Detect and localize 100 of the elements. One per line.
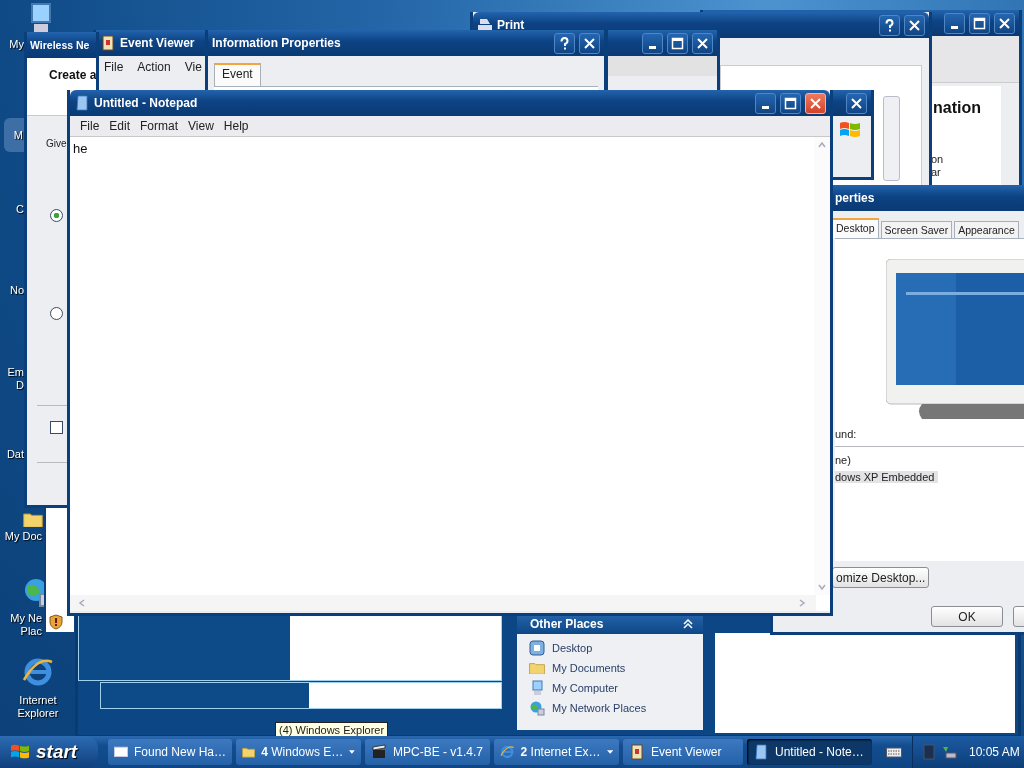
taskbar-button[interactable]: Event Viewer [623, 739, 743, 765]
window-title: Print [497, 18, 525, 32]
place-link[interactable]: My Documents [552, 662, 626, 674]
taskbar-button[interactable]: 4 Windows E… [236, 739, 361, 765]
close-icon [908, 18, 921, 32]
close-icon [998, 16, 1011, 30]
folder-icon [23, 512, 43, 527]
close-button[interactable] [904, 14, 925, 36]
window-title: Untitled - Notepad [94, 96, 198, 110]
body-text: ar [931, 166, 942, 179]
close-button[interactable] [805, 92, 826, 114]
clapperboard-icon [371, 744, 387, 760]
close-icon [696, 36, 709, 50]
menu-item[interactable]: Action [137, 60, 171, 74]
icon-label[interactable]: No [2, 284, 24, 298]
flag-logo-icon [839, 120, 861, 140]
menu-item[interactable]: File [104, 60, 124, 74]
taskbar-button[interactable]: Found New Ha… [108, 739, 232, 765]
notepad-icon [74, 95, 90, 111]
heading-text: nation [932, 98, 982, 117]
icon-label[interactable]: My Doc [2, 530, 42, 544]
close-button[interactable] [692, 32, 713, 54]
panel-title: Other Places [530, 617, 604, 631]
place-link[interactable]: My Computer [552, 682, 619, 694]
tab[interactable]: Appearance [954, 221, 1019, 238]
folder-icon [242, 746, 256, 758]
start-button[interactable]: start [0, 736, 98, 768]
customize-button[interactable]: omize Desktop... [832, 567, 929, 588]
window-title: Wireless Ne [30, 39, 90, 51]
icon-label[interactable]: Em D [2, 366, 24, 394]
heading-text: Create a [49, 68, 96, 82]
taskbar-button[interactable]: Untitled - Note… [747, 739, 872, 765]
notepad-icon [753, 744, 769, 760]
maximize-icon [671, 36, 684, 50]
window-title: Event Viewer [120, 36, 195, 50]
folder-icon [529, 662, 545, 674]
icon-label[interactable]: Dat [0, 448, 24, 462]
menu-item[interactable]: Edit [104, 119, 136, 133]
help-icon [558, 36, 571, 50]
close-icon [583, 36, 596, 50]
tab[interactable]: Event [214, 63, 261, 86]
icon-label[interactable]: My Ne Plac [2, 612, 42, 640]
network-icon [529, 700, 545, 716]
body-text: on [931, 153, 945, 166]
maximize-button[interactable] [969, 12, 990, 34]
maximize-button[interactable] [780, 92, 801, 114]
window-title: perties [835, 191, 875, 205]
menu-item[interactable]: Help [218, 119, 254, 133]
close-button[interactable] [846, 92, 867, 114]
place-link[interactable]: My Network Places [552, 702, 647, 714]
minimize-button[interactable] [944, 12, 965, 34]
taskbar-button[interactable]: MPC-BE - v1.4.7 [365, 739, 490, 765]
maximize-button[interactable] [667, 32, 688, 54]
list-item[interactable]: dows XP Embedded [835, 471, 939, 483]
minimize-icon [649, 45, 656, 49]
computer-icon [529, 680, 545, 696]
icon-label[interactable]: M [4, 118, 24, 152]
flag-logo-icon [10, 743, 30, 761]
ok-button[interactable]: OK [931, 606, 1003, 627]
place-link[interactable]: Desktop [552, 642, 593, 654]
close-button[interactable] [579, 32, 600, 54]
tab[interactable]: Screen Saver [880, 221, 953, 238]
window-icon [114, 746, 128, 758]
keyboard-icon[interactable] [886, 746, 902, 758]
help-icon [883, 18, 896, 32]
close-icon [809, 96, 822, 110]
radio-button[interactable] [50, 307, 63, 320]
minimize-button[interactable] [755, 92, 776, 114]
browser-icon [22, 656, 54, 688]
icon-label[interactable]: C [2, 203, 24, 217]
minimize-icon [951, 25, 958, 29]
field-label: und: [835, 428, 857, 440]
maximize-icon [973, 16, 986, 30]
scrollbar[interactable] [883, 96, 900, 181]
radio-button[interactable] [50, 209, 63, 222]
help-button[interactable] [554, 32, 575, 54]
minimize-button[interactable] [642, 32, 663, 54]
menu-item[interactable]: File [75, 119, 105, 133]
menu-item[interactable]: Format [135, 119, 184, 133]
list-item[interactable]: ne) [835, 454, 855, 466]
tab[interactable]: Desktop [832, 218, 879, 238]
log-book-icon [629, 744, 645, 760]
browser-icon [500, 744, 515, 760]
maximize-icon [784, 96, 797, 110]
menu-item[interactable]: Vie [184, 60, 202, 74]
icon-label[interactable]: My [2, 38, 24, 52]
shield-icon [49, 614, 63, 630]
help-button[interactable] [879, 14, 900, 36]
log-book-icon [100, 35, 116, 51]
desktop-icon [529, 640, 545, 656]
taskbar-button[interactable]: 2 Internet Ex… [494, 739, 619, 765]
menu-item[interactable]: View [183, 119, 219, 133]
icon-label[interactable]: Internet Explorer [6, 694, 70, 722]
network-icon[interactable] [941, 744, 957, 760]
close-button[interactable] [994, 12, 1015, 34]
checkbox[interactable] [50, 421, 63, 434]
minimize-icon [762, 105, 769, 109]
collapse-icon[interactable] [683, 619, 693, 629]
window-title: Information Properties [212, 36, 341, 50]
close-icon [850, 96, 863, 110]
